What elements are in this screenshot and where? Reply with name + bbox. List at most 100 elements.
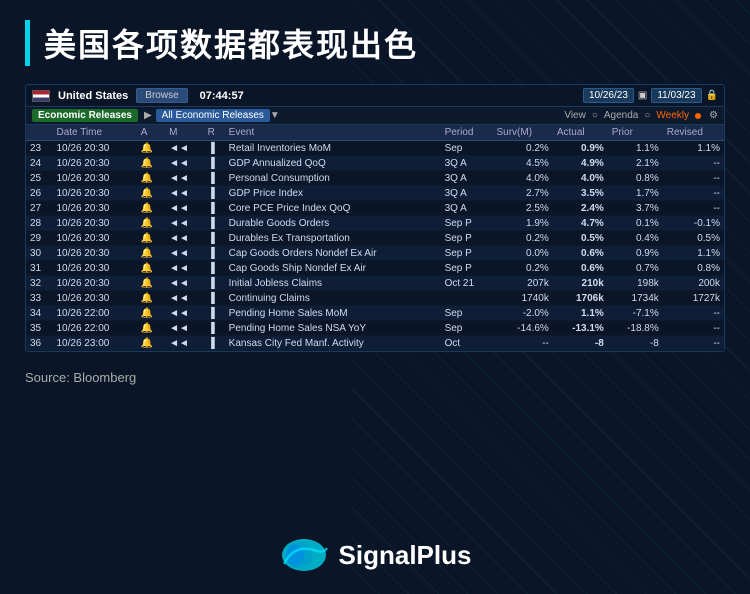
us-flag (32, 90, 50, 102)
row-bar: ▐ (204, 261, 225, 276)
row-bell: 🔔 (137, 261, 165, 276)
signalplus-logo-icon (279, 536, 329, 574)
agenda-label[interactable]: Agenda (604, 110, 638, 121)
row-bar: ▐ (204, 171, 225, 186)
all-releases-tab[interactable]: All Economic Releases (156, 109, 270, 122)
view-label[interactable]: View (564, 110, 586, 121)
row-revised: 1727k (663, 291, 724, 306)
row-revised: 0.5% (663, 231, 724, 246)
page-container: 美国各项数据都表现出色 United States Browse 07:44:5… (0, 0, 750, 594)
row-period: Sep P (441, 261, 493, 276)
row-actual: 1.1% (553, 306, 608, 321)
row-revised: -- (663, 156, 724, 171)
row-revised: -0.1% (663, 216, 724, 231)
row-arrows: ◄◄ (165, 216, 204, 231)
row-prior: 0.1% (608, 216, 663, 231)
row-actual: 4.7% (553, 216, 608, 231)
row-event: GDP Annualized QoQ (225, 156, 441, 171)
row-prior: 0.8% (608, 171, 663, 186)
title-section: 美国各项数据都表现出色 (25, 20, 725, 66)
view-dot: ○ (592, 110, 598, 121)
col-date: Date Time (52, 125, 136, 141)
row-bell: 🔔 (137, 141, 165, 156)
row-revised: -- (663, 186, 724, 201)
row-bell: 🔔 (137, 321, 165, 336)
row-event: Initial Jobless Claims (225, 276, 441, 291)
row-prior: 2.1% (608, 156, 663, 171)
row-period: Sep P (441, 246, 493, 261)
row-revised: 1.1% (663, 246, 724, 261)
row-event: Durable Goods Orders (225, 216, 441, 231)
row-arrows: ◄◄ (165, 156, 204, 171)
date-from-button[interactable]: 10/26/23 (583, 88, 634, 103)
row-event: Pending Home Sales MoM (225, 306, 441, 321)
row-actual: 0.9% (553, 141, 608, 156)
row-datetime: 10/26 20:30 (52, 156, 136, 171)
row-arrows: ◄◄ (165, 291, 204, 306)
terminal-topbar: United States Browse 07:44:57 10/26/23 ▣… (26, 85, 724, 107)
row-period (441, 291, 493, 306)
row-revised: 0.8% (663, 261, 724, 276)
weekly-label[interactable]: Weekly (656, 110, 689, 121)
table-row: 2410/26 20:30🔔◄◄▐GDP Annualized QoQ3Q A4… (26, 156, 724, 171)
row-revised: -- (663, 321, 724, 336)
filter-arrow2: ▼ (270, 110, 280, 121)
row-period: Oct 21 (441, 276, 493, 291)
row-event: Personal Consumption (225, 171, 441, 186)
row-num: 25 (26, 171, 52, 186)
row-bar: ▐ (204, 141, 225, 156)
logo-section: SignalPlus (25, 536, 725, 574)
row-bar: ▐ (204, 216, 225, 231)
row-datetime: 10/26 20:30 (52, 141, 136, 156)
row-period: Sep (441, 321, 493, 336)
table-row: 3410/26 22:00🔔◄◄▐Pending Home Sales MoMS… (26, 306, 724, 321)
row-bell: 🔔 (137, 186, 165, 201)
browse-button[interactable]: Browse (136, 88, 187, 103)
row-actual: 0.6% (553, 246, 608, 261)
row-surv: 1740k (492, 291, 552, 306)
row-prior: 3.7% (608, 201, 663, 216)
date-separator: ▣ (638, 90, 647, 101)
row-actual: 0.5% (553, 231, 608, 246)
row-num: 27 (26, 201, 52, 216)
row-prior: -18.8% (608, 321, 663, 336)
row-arrows: ◄◄ (165, 141, 204, 156)
row-period: 3Q A (441, 156, 493, 171)
view-options: View ○ Agenda ○ Weekly ⚙ (564, 110, 718, 121)
row-datetime: 10/26 22:00 (52, 306, 136, 321)
row-period: 3Q A (441, 201, 493, 216)
table-row: 2510/26 20:30🔔◄◄▐Personal Consumption3Q … (26, 171, 724, 186)
row-surv: 1.9% (492, 216, 552, 231)
row-bell: 🔔 (137, 336, 165, 351)
table-row: 3310/26 20:30🔔◄◄▐Continuing Claims1740k1… (26, 291, 724, 306)
row-bar: ▐ (204, 336, 225, 351)
calendar-icon: 🔒 (706, 90, 718, 101)
row-period: Sep P (441, 231, 493, 246)
row-datetime: 10/26 20:30 (52, 171, 136, 186)
row-prior: 1.7% (608, 186, 663, 201)
flag-icon (32, 90, 50, 102)
row-period: Sep (441, 306, 493, 321)
economic-data-table: Date Time A M R Event Period Surv(M) Act… (26, 125, 724, 351)
settings-icon[interactable]: ⚙ (709, 110, 718, 121)
economic-releases-tab[interactable]: Economic Releases (32, 109, 138, 122)
row-datetime: 10/26 20:30 (52, 201, 136, 216)
country-name: United States (58, 90, 128, 102)
table-body: 2310/26 20:30🔔◄◄▐Retail Inventories MoMS… (26, 141, 724, 351)
row-arrows: ◄◄ (165, 171, 204, 186)
row-num: 36 (26, 336, 52, 351)
row-surv: 0.2% (492, 141, 552, 156)
row-arrows: ◄◄ (165, 261, 204, 276)
col-r: R (204, 125, 225, 141)
col-actual: Actual (553, 125, 608, 141)
table-row: 2910/26 20:30🔔◄◄▐Durables Ex Transportat… (26, 231, 724, 246)
row-event: Durables Ex Transportation (225, 231, 441, 246)
date-to-button[interactable]: 11/03/23 (651, 88, 701, 103)
row-revised: 200k (663, 276, 724, 291)
row-actual: 2.4% (553, 201, 608, 216)
row-bell: 🔔 (137, 201, 165, 216)
row-surv: 4.5% (492, 156, 552, 171)
row-arrows: ◄◄ (165, 246, 204, 261)
row-actual: 4.0% (553, 171, 608, 186)
row-prior: -8 (608, 336, 663, 351)
